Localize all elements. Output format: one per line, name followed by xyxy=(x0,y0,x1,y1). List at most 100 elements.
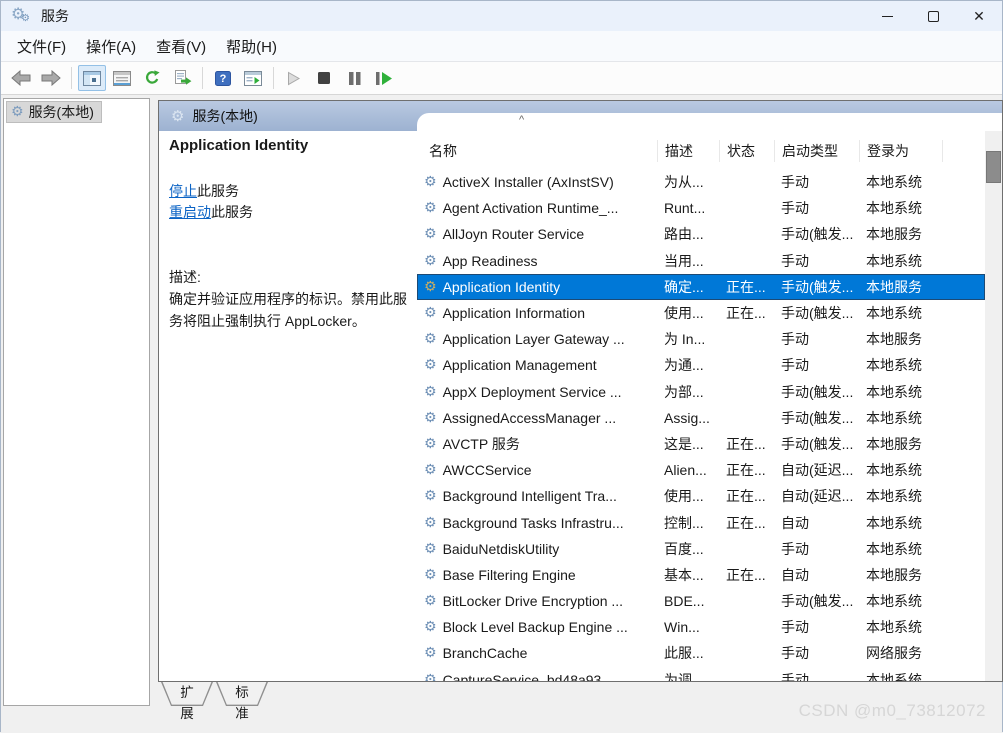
service-description: 使用... xyxy=(657,486,719,506)
service-logon-as: 本地服务 xyxy=(859,329,942,349)
stop-service-button[interactable] xyxy=(310,65,338,91)
show-action-pane-button[interactable] xyxy=(239,65,267,91)
scrollbar-thumb[interactable] xyxy=(986,151,1001,183)
menu-file[interactable]: 文件(F) xyxy=(7,32,76,61)
list-header-row: 名称 描述 状态 启动类型 登录为 xyxy=(417,137,985,165)
service-row[interactable]: ⚙ Background Intelligent Tra... 使用... 正在… xyxy=(417,483,985,509)
service-gear-icon: ⚙ xyxy=(424,646,437,660)
description-text: 确定并验证应用程序的标识。禁用此服务将阻止强制执行 AppLocker。 xyxy=(169,288,411,332)
selected-service-name: Application Identity xyxy=(169,137,407,154)
service-row[interactable]: ⚙ BitLocker Drive Encryption ... BDE... … xyxy=(417,588,985,614)
service-startup-type: 手动 xyxy=(774,172,859,192)
band-title: 服务(本地) xyxy=(192,106,257,126)
service-description: 为调... xyxy=(657,670,719,681)
maximize-button[interactable] xyxy=(910,1,956,31)
service-startup-type: 手动(触发... xyxy=(774,434,859,454)
menu-view[interactable]: 查看(V) xyxy=(146,32,216,61)
column-header-logon-as[interactable]: 登录为 xyxy=(859,140,942,162)
service-gear-icon: ⚙ xyxy=(424,489,437,503)
export-list-button[interactable] xyxy=(168,65,196,91)
service-status: 正在... xyxy=(719,486,774,506)
service-startup-type: 手动(触发... xyxy=(774,277,859,297)
service-logon-as: 本地系统 xyxy=(859,670,942,681)
service-row[interactable]: ⚙ App Readiness 当用... 手动 本地系统 xyxy=(417,248,985,274)
service-row[interactable]: ⚙ Application Information 使用... 正在... 手动… xyxy=(417,300,985,326)
close-button[interactable]: ✕ xyxy=(956,1,1002,31)
forward-button[interactable] xyxy=(37,65,65,91)
service-name: CaptureService_bd48a93 xyxy=(443,672,602,681)
restart-service-button[interactable] xyxy=(370,65,398,91)
tab-standard[interactable]: 标准 xyxy=(216,682,268,706)
service-row[interactable]: ⚙ AppX Deployment Service ... 为部... 手动(触… xyxy=(417,379,985,405)
service-logon-as: 本地系统 xyxy=(859,539,942,559)
service-row[interactable]: ⚙ Background Tasks Infrastru... 控制... 正在… xyxy=(417,509,985,535)
service-startup-type: 手动 xyxy=(774,355,859,375)
service-startup-type: 手动 xyxy=(774,329,859,349)
tree-item-services-local[interactable]: ⚙ 服务(本地) xyxy=(6,101,102,123)
service-row[interactable]: ⚙ Base Filtering Engine 基本... 正在... 自动 本… xyxy=(417,562,985,588)
service-description: 此服... xyxy=(657,643,719,663)
service-row[interactable]: ⚙ Application Management 为通... 手动 本地系统 xyxy=(417,352,985,378)
stop-service-link[interactable]: 停止 xyxy=(169,183,197,199)
service-row[interactable]: ⚙ Application Layer Gateway ... 为 In... … xyxy=(417,326,985,352)
stop-icon xyxy=(317,71,331,85)
service-description: 基本... xyxy=(657,565,719,585)
restart-service-link[interactable]: 重启动 xyxy=(169,204,211,220)
properties-button[interactable] xyxy=(108,65,136,91)
service-name: BitLocker Drive Encryption ... xyxy=(443,593,624,609)
service-row[interactable]: ⚙ Block Level Backup Engine ... Win... 手… xyxy=(417,614,985,640)
service-startup-type: 手动(触发... xyxy=(774,382,859,402)
service-gear-icon: ⚙ xyxy=(424,306,437,320)
service-row[interactable]: ⚙ BranchCache 此服... 手动 网络服务 xyxy=(417,640,985,666)
tab-extended[interactable]: 扩展 xyxy=(161,682,213,706)
menu-bar: 文件(F) 操作(A) 查看(V) 帮助(H) xyxy=(1,31,1002,62)
close-icon: ✕ xyxy=(973,8,985,25)
service-row[interactable]: ⚙ AssignedAccessManager ... Assig... 手动(… xyxy=(417,405,985,431)
minimize-button[interactable] xyxy=(864,1,910,31)
service-info-pane: Application Identity 停止此服务 重启动此服务 描述: 确定… xyxy=(159,131,417,681)
service-description: 为通... xyxy=(657,355,719,375)
service-gear-icon: ⚙ xyxy=(424,594,437,608)
pause-service-button[interactable] xyxy=(340,65,368,91)
service-row[interactable]: ⚙ CaptureService_bd48a93 为调... 手动 本地系统 xyxy=(417,667,985,681)
stop-service-line: 停止此服务 xyxy=(169,181,407,202)
service-gear-icon: ⚙ xyxy=(424,620,437,634)
service-row[interactable]: ⚙ AWCCService Alien... 正在... 自动(延迟... 本地… xyxy=(417,457,985,483)
menu-action[interactable]: 操作(A) xyxy=(76,32,146,61)
column-header-description[interactable]: 描述 xyxy=(657,140,719,162)
column-header-startup-type[interactable]: 启动类型 xyxy=(774,140,859,162)
service-status: 正在... xyxy=(719,460,774,480)
service-row[interactable]: ⚙ AVCTP 服务 这是... 正在... 手动(触发... 本地服务 xyxy=(417,431,985,457)
menu-help[interactable]: 帮助(H) xyxy=(216,32,287,61)
services-list-pane: ^ 名称 描述 状态 启动类型 登录为 ⚙ ActiveX Installer … xyxy=(417,113,1002,681)
column-header-status[interactable]: 状态 xyxy=(719,140,774,162)
service-gear-icon: ⚙ xyxy=(424,542,437,556)
service-logon-as: 本地系统 xyxy=(859,513,942,533)
service-logon-as: 本地系统 xyxy=(859,591,942,611)
vertical-scrollbar[interactable] xyxy=(985,131,1002,681)
service-description: 为部... xyxy=(657,382,719,402)
service-row[interactable]: ⚙ BaiduNetdiskUtility 百度... 手动 本地系统 xyxy=(417,536,985,562)
service-logon-as: 本地系统 xyxy=(859,251,942,271)
start-service-button[interactable] xyxy=(280,65,308,91)
service-row[interactable]: ⚙ Agent Activation Runtime_... Runt... 手… xyxy=(417,195,985,221)
service-row[interactable]: ⚙ AllJoyn Router Service 路由... 手动(触发... … xyxy=(417,221,985,247)
service-gear-icon: ⚙ xyxy=(424,673,437,681)
help-button[interactable]: ? xyxy=(209,65,237,91)
refresh-button[interactable] xyxy=(138,65,166,91)
column-header-spacer xyxy=(942,140,985,162)
service-status: 正在... xyxy=(719,565,774,585)
pause-icon xyxy=(347,71,362,86)
toolbar: ? xyxy=(1,62,1002,95)
service-logon-as: 本地系统 xyxy=(859,198,942,218)
services-gear-icon: ⚙⚙ xyxy=(11,6,33,26)
service-row[interactable]: ⚙ Application Identity 确定... 正在... 手动(触发… xyxy=(417,274,985,300)
show-console-tree-button[interactable] xyxy=(78,65,106,91)
back-button[interactable] xyxy=(7,65,35,91)
service-row[interactable]: ⚙ ActiveX Installer (AxInstSV) 为从... 手动 … xyxy=(417,169,985,195)
service-name: AWCCService xyxy=(443,462,532,478)
service-description: 确定... xyxy=(657,277,719,297)
tree-item-label: 服务(本地) xyxy=(29,102,94,122)
column-header-name[interactable]: 名称 xyxy=(417,140,657,162)
service-list-rows: ⚙ ActiveX Installer (AxInstSV) 为从... 手动 … xyxy=(417,169,985,681)
